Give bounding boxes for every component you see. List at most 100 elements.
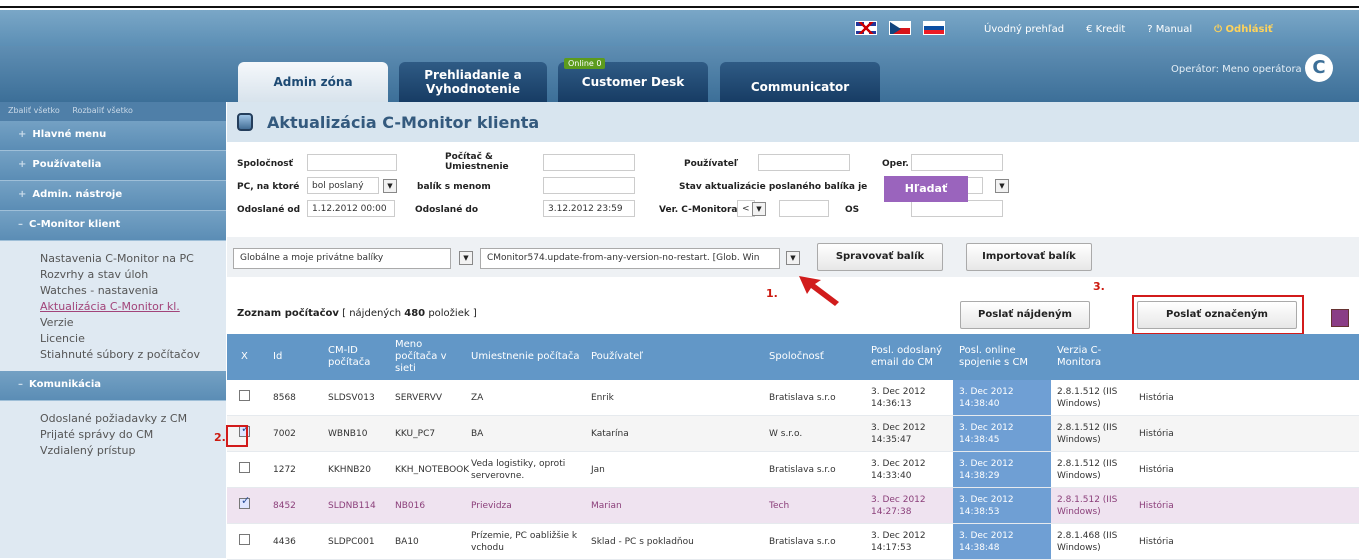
overview-link[interactable]: Úvodný prehľad: [984, 24, 1064, 35]
annotation-3: 3.: [1093, 280, 1105, 293]
row-checkbox[interactable]: [239, 534, 250, 545]
manual-link[interactable]: ? Manual: [1147, 24, 1192, 35]
sidebar-item-watches[interactable]: Watches - nastavenia: [40, 283, 226, 299]
computer-list-header: Zoznam počítačov [ nájdených 480 položie…: [237, 308, 477, 319]
cell-company: Bratislava s.r.o: [769, 536, 836, 547]
sidebar-item-schedules[interactable]: Rozvrhy a stav úloh: [40, 267, 226, 283]
history-link[interactable]: História: [1133, 428, 1183, 440]
sent-to-label: Odoslané do: [415, 205, 479, 215]
sidebar-section-admin-tools[interactable]: + Admin. nástroje: [0, 181, 226, 211]
oper-input[interactable]: [911, 154, 1003, 171]
os-input[interactable]: [911, 200, 1003, 217]
cell-user: Jan: [591, 464, 605, 475]
tab-admin-zone[interactable]: Admin zóna: [238, 62, 388, 102]
sidebar-item-versions[interactable]: Verzie: [40, 315, 226, 331]
package-input[interactable]: [543, 177, 635, 194]
sent-to-input[interactable]: 3.12.2012 23:59: [543, 200, 635, 217]
user-label: Používateľ: [684, 159, 739, 169]
cell-name: KKH_NOTEBOOK: [395, 464, 470, 475]
package-select[interactable]: CMonitor574.update-from-any-version-no-r…: [480, 248, 780, 269]
title-bar: Aktualizácia C-Monitor klienta: [227, 102, 1359, 142]
credit-link[interactable]: € Kredit: [1086, 24, 1125, 35]
table-row[interactable]: 8568 SLDSV013 SERVERVV ZA Enrik Bratislava s.…: [227, 380, 1359, 416]
cell-last-email: 3. Dec 2012 14:33:40: [871, 458, 926, 481]
col-last-email[interactable]: Posl. odoslaný email do CM: [865, 345, 953, 369]
sent-from-input[interactable]: 1.12.2012 00:00: [307, 200, 395, 217]
cz-flag-icon[interactable]: [889, 21, 911, 35]
col-last-online[interactable]: Posl. online spojenie s CM: [953, 345, 1051, 369]
computer-input[interactable]: [543, 154, 635, 171]
save-icon[interactable]: [1331, 309, 1349, 327]
user-input[interactable]: [758, 154, 850, 171]
cell-version: 2.8.1.468 (IIS Windows): [1057, 530, 1118, 553]
found-count: 480: [404, 308, 426, 319]
send-found-button[interactable]: Poslať nájdeným: [960, 301, 1090, 329]
uk-flag-icon[interactable]: [855, 21, 877, 35]
cell-name: SERVERVV: [395, 392, 443, 403]
cell-user: Sklad - PC s pokladňou: [591, 536, 694, 547]
cell-id: 7002: [273, 428, 296, 439]
collapse-all-link[interactable]: Zbaliť všetko: [8, 106, 60, 115]
version-input[interactable]: [779, 200, 829, 217]
sidebar-item-licenses[interactable]: Licencie: [40, 331, 226, 347]
history-link[interactable]: História: [1133, 500, 1183, 512]
history-link[interactable]: História: [1133, 536, 1183, 548]
chevron-down-icon[interactable]: ▼: [752, 202, 766, 216]
annotation-arrow-icon: [799, 276, 839, 306]
chevron-down-icon[interactable]: ▼: [995, 179, 1009, 193]
sidebar-item-settings[interactable]: Nastavenia C-Monitor na PC: [40, 251, 226, 267]
logout-link[interactable]: ⏻ Odhlásiť: [1214, 24, 1273, 35]
cell-id: 4436: [273, 536, 296, 547]
sidebar-section-cmonitor[interactable]: – C-Monitor klient: [0, 211, 226, 241]
table-header: X Id CM-ID počítača Meno počítača v siet…: [227, 334, 1359, 380]
cell-location: BA: [471, 428, 484, 439]
table-row[interactable]: 8452 SLDNB114 NB016 Prievidza Marian Tech 3. D…: [227, 488, 1359, 524]
cell-cmid: WBNB10: [328, 428, 368, 439]
row-checkbox[interactable]: [239, 390, 250, 401]
sidebar-section-communication[interactable]: – Komunikácia: [0, 371, 226, 401]
sidebar-section-users[interactable]: + Používatelia: [0, 151, 226, 181]
col-computer-name[interactable]: Meno počítača v sieti: [389, 339, 465, 375]
chevron-down-icon[interactable]: ▼: [459, 251, 473, 265]
cell-last-email: 3. Dec 2012 14:36:13: [871, 386, 926, 409]
sidebar-item-downloads[interactable]: Stiahnuté súbory z počítačov: [40, 347, 226, 363]
history-link[interactable]: História: [1133, 392, 1183, 404]
expand-all-link[interactable]: Rozbaliť všetko: [72, 106, 133, 115]
chevron-down-icon[interactable]: ▼: [786, 251, 800, 265]
company-input[interactable]: [307, 154, 397, 171]
highlight-box: [1132, 295, 1304, 335]
table-row[interactable]: 7002 WBNB10 KKU_PC7 BA Katarína W s.r.o. 3. De…: [227, 416, 1359, 452]
table-row[interactable]: 1272 KKHNB20 KKH_NOTEBOOK Veda logistiky, o…: [227, 452, 1359, 488]
sk-flag-icon[interactable]: [923, 21, 945, 35]
col-cmid[interactable]: CM-ID počítača: [322, 345, 389, 369]
col-location[interactable]: Umiestnenie počítača: [465, 351, 585, 363]
cell-version: 2.8.1.512 (IIS Windows): [1057, 422, 1118, 445]
row-checkbox[interactable]: [239, 495, 250, 509]
chevron-down-icon[interactable]: ▼: [383, 179, 397, 193]
import-package-button[interactable]: Importovať balík: [966, 243, 1092, 271]
col-user[interactable]: Používateľ: [585, 351, 763, 363]
cell-location: ZA: [471, 392, 484, 403]
sidebar-item-update[interactable]: Aktualizácia C-Monitor kl.: [40, 299, 226, 315]
cell-company: Bratislava s.r.o: [769, 392, 836, 403]
cell-user: Enrik: [591, 392, 614, 403]
package-scope-select[interactable]: Globálne a moje privátne balíky: [233, 248, 451, 269]
sidebar-item-received[interactable]: Prijaté správy do CM: [40, 427, 226, 443]
table-row[interactable]: 4436 SLDPC001 BA10 Prízemie, PC oabližšie k…: [227, 524, 1359, 560]
col-id[interactable]: Id: [267, 351, 322, 363]
manage-package-button[interactable]: Spravovať balík: [817, 243, 943, 271]
col-version[interactable]: Verzia C-Monitora: [1051, 345, 1133, 369]
history-link[interactable]: História: [1133, 464, 1183, 476]
c-logo-icon: C: [1305, 54, 1333, 82]
sidebar-item-sent-requests[interactable]: Odoslané požiadavky z CM: [40, 411, 226, 427]
computer-label: Počítač & Umiestnenie: [445, 152, 509, 172]
col-company[interactable]: Spoločnosť: [763, 351, 865, 363]
search-button[interactable]: Hľadať: [884, 176, 968, 202]
row-checkbox[interactable]: [239, 462, 250, 473]
tab-communicator[interactable]: Communicator: [720, 62, 880, 102]
sidebar-item-remote-access[interactable]: Vzdialený prístup: [40, 443, 226, 459]
cell-location: Prievidza: [471, 500, 512, 511]
tab-review[interactable]: Prehliadanie a Vyhodnotenie: [399, 62, 547, 102]
pc-sent-select[interactable]: bol poslaný: [307, 177, 379, 194]
sidebar-section-main-menu[interactable]: + Hlavné menu: [0, 121, 226, 151]
